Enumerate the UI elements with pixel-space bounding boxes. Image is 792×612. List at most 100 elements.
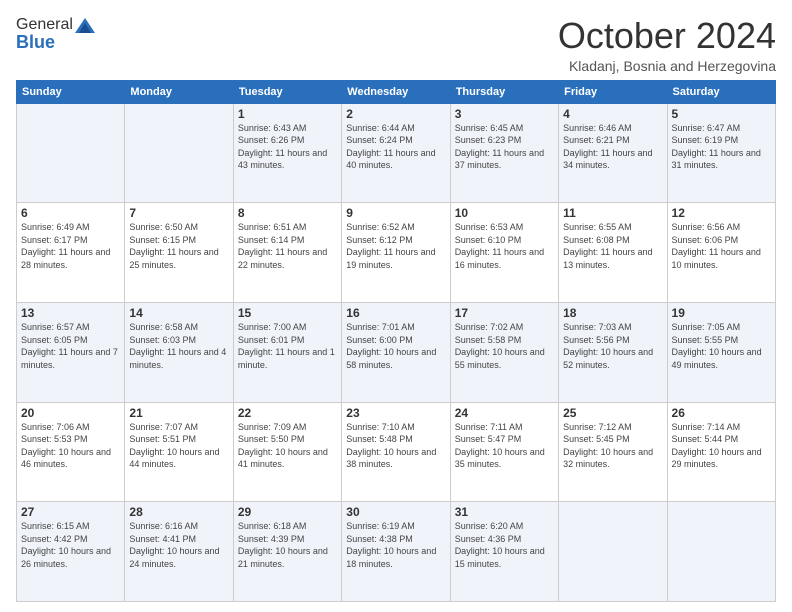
weekday-header: Saturday: [667, 80, 775, 103]
weekday-header: Wednesday: [342, 80, 450, 103]
title-area: October 2024 Kladanj, Bosnia and Herzego…: [558, 16, 776, 74]
logo-blue-text: Blue: [16, 32, 55, 53]
weekday-header: Sunday: [17, 80, 125, 103]
day-number: 12: [672, 206, 771, 220]
weekday-header: Thursday: [450, 80, 558, 103]
calendar-cell: 8Sunrise: 6:51 AM Sunset: 6:14 PM Daylig…: [233, 203, 341, 303]
day-info: Sunrise: 6:55 AM Sunset: 6:08 PM Dayligh…: [563, 221, 662, 271]
day-number: 2: [346, 107, 445, 121]
calendar-cell: [667, 502, 775, 602]
calendar-header-row: SundayMondayTuesdayWednesdayThursdayFrid…: [17, 80, 776, 103]
header: General Blue October 2024 Kladanj, Bosni…: [16, 16, 776, 74]
calendar-cell: 30Sunrise: 6:19 AM Sunset: 4:38 PM Dayli…: [342, 502, 450, 602]
day-info: Sunrise: 6:18 AM Sunset: 4:39 PM Dayligh…: [238, 520, 337, 570]
day-number: 14: [129, 306, 228, 320]
day-info: Sunrise: 7:01 AM Sunset: 6:00 PM Dayligh…: [346, 321, 445, 371]
calendar-cell: 12Sunrise: 6:56 AM Sunset: 6:06 PM Dayli…: [667, 203, 775, 303]
calendar-cell: 5Sunrise: 6:47 AM Sunset: 6:19 PM Daylig…: [667, 103, 775, 203]
day-info: Sunrise: 6:58 AM Sunset: 6:03 PM Dayligh…: [129, 321, 228, 371]
day-info: Sunrise: 6:56 AM Sunset: 6:06 PM Dayligh…: [672, 221, 771, 271]
day-info: Sunrise: 7:09 AM Sunset: 5:50 PM Dayligh…: [238, 421, 337, 471]
calendar-cell: 26Sunrise: 7:14 AM Sunset: 5:44 PM Dayli…: [667, 402, 775, 502]
day-info: Sunrise: 6:16 AM Sunset: 4:41 PM Dayligh…: [129, 520, 228, 570]
day-info: Sunrise: 6:52 AM Sunset: 6:12 PM Dayligh…: [346, 221, 445, 271]
day-number: 4: [563, 107, 662, 121]
day-number: 16: [346, 306, 445, 320]
calendar-cell: 18Sunrise: 7:03 AM Sunset: 5:56 PM Dayli…: [559, 302, 667, 402]
day-info: Sunrise: 6:51 AM Sunset: 6:14 PM Dayligh…: [238, 221, 337, 271]
day-number: 13: [21, 306, 120, 320]
day-info: Sunrise: 7:02 AM Sunset: 5:58 PM Dayligh…: [455, 321, 554, 371]
day-info: Sunrise: 6:49 AM Sunset: 6:17 PM Dayligh…: [21, 221, 120, 271]
calendar-cell: 10Sunrise: 6:53 AM Sunset: 6:10 PM Dayli…: [450, 203, 558, 303]
calendar-cell: 25Sunrise: 7:12 AM Sunset: 5:45 PM Dayli…: [559, 402, 667, 502]
day-number: 3: [455, 107, 554, 121]
day-number: 23: [346, 406, 445, 420]
weekday-header: Tuesday: [233, 80, 341, 103]
calendar-week-row: 13Sunrise: 6:57 AM Sunset: 6:05 PM Dayli…: [17, 302, 776, 402]
day-number: 1: [238, 107, 337, 121]
day-number: 6: [21, 206, 120, 220]
day-number: 9: [346, 206, 445, 220]
day-info: Sunrise: 6:15 AM Sunset: 4:42 PM Dayligh…: [21, 520, 120, 570]
day-number: 10: [455, 206, 554, 220]
calendar-cell: 4Sunrise: 6:46 AM Sunset: 6:21 PM Daylig…: [559, 103, 667, 203]
calendar-cell: 31Sunrise: 6:20 AM Sunset: 4:36 PM Dayli…: [450, 502, 558, 602]
calendar-cell: 3Sunrise: 6:45 AM Sunset: 6:23 PM Daylig…: [450, 103, 558, 203]
day-number: 21: [129, 406, 228, 420]
day-info: Sunrise: 7:00 AM Sunset: 6:01 PM Dayligh…: [238, 321, 337, 371]
calendar-cell: [17, 103, 125, 203]
day-number: 25: [563, 406, 662, 420]
day-number: 26: [672, 406, 771, 420]
day-info: Sunrise: 7:05 AM Sunset: 5:55 PM Dayligh…: [672, 321, 771, 371]
calendar-cell: 9Sunrise: 6:52 AM Sunset: 6:12 PM Daylig…: [342, 203, 450, 303]
calendar-cell: 2Sunrise: 6:44 AM Sunset: 6:24 PM Daylig…: [342, 103, 450, 203]
day-info: Sunrise: 7:03 AM Sunset: 5:56 PM Dayligh…: [563, 321, 662, 371]
calendar-cell: 20Sunrise: 7:06 AM Sunset: 5:53 PM Dayli…: [17, 402, 125, 502]
calendar-cell: 19Sunrise: 7:05 AM Sunset: 5:55 PM Dayli…: [667, 302, 775, 402]
calendar-table: SundayMondayTuesdayWednesdayThursdayFrid…: [16, 80, 776, 602]
day-number: 30: [346, 505, 445, 519]
calendar-cell: 13Sunrise: 6:57 AM Sunset: 6:05 PM Dayli…: [17, 302, 125, 402]
calendar-cell: 23Sunrise: 7:10 AM Sunset: 5:48 PM Dayli…: [342, 402, 450, 502]
day-info: Sunrise: 6:50 AM Sunset: 6:15 PM Dayligh…: [129, 221, 228, 271]
day-number: 29: [238, 505, 337, 519]
calendar-week-row: 1Sunrise: 6:43 AM Sunset: 6:26 PM Daylig…: [17, 103, 776, 203]
logo-icon: [75, 18, 95, 33]
weekday-header: Monday: [125, 80, 233, 103]
day-info: Sunrise: 6:19 AM Sunset: 4:38 PM Dayligh…: [346, 520, 445, 570]
day-number: 24: [455, 406, 554, 420]
day-info: Sunrise: 6:44 AM Sunset: 6:24 PM Dayligh…: [346, 122, 445, 172]
calendar-cell: [559, 502, 667, 602]
day-number: 17: [455, 306, 554, 320]
calendar-cell: 15Sunrise: 7:00 AM Sunset: 6:01 PM Dayli…: [233, 302, 341, 402]
day-info: Sunrise: 7:10 AM Sunset: 5:48 PM Dayligh…: [346, 421, 445, 471]
day-info: Sunrise: 6:57 AM Sunset: 6:05 PM Dayligh…: [21, 321, 120, 371]
day-number: 18: [563, 306, 662, 320]
calendar-cell: 27Sunrise: 6:15 AM Sunset: 4:42 PM Dayli…: [17, 502, 125, 602]
day-info: Sunrise: 7:11 AM Sunset: 5:47 PM Dayligh…: [455, 421, 554, 471]
day-info: Sunrise: 7:07 AM Sunset: 5:51 PM Dayligh…: [129, 421, 228, 471]
weekday-header: Friday: [559, 80, 667, 103]
day-number: 7: [129, 206, 228, 220]
calendar-cell: 7Sunrise: 6:50 AM Sunset: 6:15 PM Daylig…: [125, 203, 233, 303]
day-number: 20: [21, 406, 120, 420]
day-info: Sunrise: 7:06 AM Sunset: 5:53 PM Dayligh…: [21, 421, 120, 471]
calendar-cell: 11Sunrise: 6:55 AM Sunset: 6:08 PM Dayli…: [559, 203, 667, 303]
day-number: 5: [672, 107, 771, 121]
calendar-cell: 21Sunrise: 7:07 AM Sunset: 5:51 PM Dayli…: [125, 402, 233, 502]
day-info: Sunrise: 6:45 AM Sunset: 6:23 PM Dayligh…: [455, 122, 554, 172]
calendar-cell: 16Sunrise: 7:01 AM Sunset: 6:00 PM Dayli…: [342, 302, 450, 402]
day-number: 28: [129, 505, 228, 519]
calendar-cell: 28Sunrise: 6:16 AM Sunset: 4:41 PM Dayli…: [125, 502, 233, 602]
day-number: 31: [455, 505, 554, 519]
day-number: 15: [238, 306, 337, 320]
month-title: October 2024: [558, 16, 776, 56]
calendar-cell: 29Sunrise: 6:18 AM Sunset: 4:39 PM Dayli…: [233, 502, 341, 602]
day-number: 8: [238, 206, 337, 220]
calendar-cell: 6Sunrise: 6:49 AM Sunset: 6:17 PM Daylig…: [17, 203, 125, 303]
day-info: Sunrise: 6:43 AM Sunset: 6:26 PM Dayligh…: [238, 122, 337, 172]
day-number: 22: [238, 406, 337, 420]
calendar-cell: [125, 103, 233, 203]
calendar-week-row: 27Sunrise: 6:15 AM Sunset: 4:42 PM Dayli…: [17, 502, 776, 602]
